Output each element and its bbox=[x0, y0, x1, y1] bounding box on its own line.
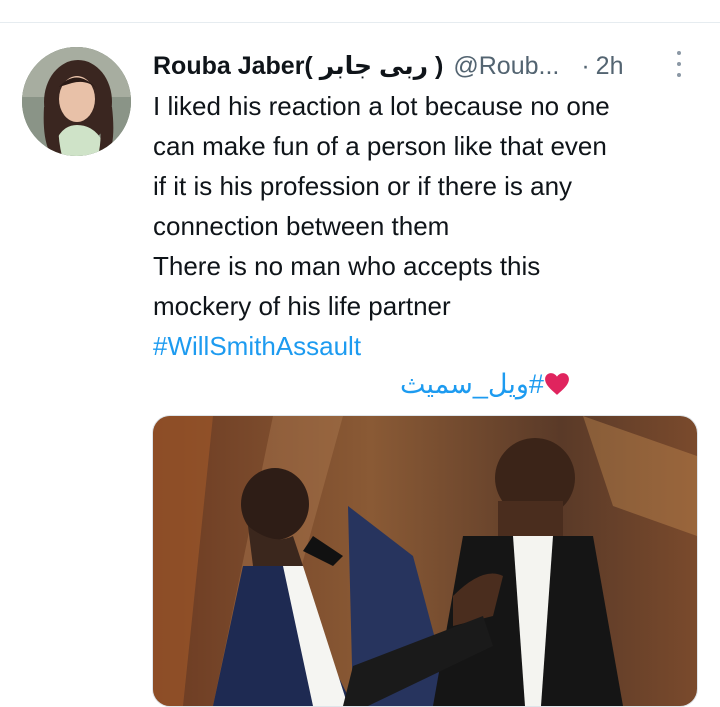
more-vertical-icon[interactable] bbox=[674, 51, 684, 77]
red-heart-icon bbox=[545, 373, 569, 395]
arabic-hashtag-link[interactable]: #ويل_سميث bbox=[400, 369, 544, 400]
tweet-text-line: connection between them bbox=[153, 211, 450, 241]
tweet-text-line: can make fun of a person like that even bbox=[153, 131, 607, 161]
tweet-media-image[interactable] bbox=[152, 415, 698, 707]
arabic-hashtag-line: #ويل_سميث bbox=[400, 362, 692, 406]
hashtag-link[interactable]: #WillSmithAssault bbox=[153, 326, 703, 366]
tweet-text-line: I liked his reaction a lot because no on… bbox=[153, 91, 610, 121]
media-photo bbox=[153, 416, 697, 706]
tweet-header: Rouba Jaber( ربى جابر ) @Roub... · 2h bbox=[153, 50, 693, 82]
author-name[interactable]: Rouba Jaber( ربى جابر ) bbox=[153, 51, 443, 81]
tweet-text-line: if it is his profession or if there is a… bbox=[153, 171, 573, 201]
separator-dot: · bbox=[581, 51, 590, 80]
avatar-image bbox=[22, 47, 131, 156]
author-handle[interactable]: @Roub... bbox=[453, 52, 559, 81]
tweet-body: I liked his reaction a lot because no on… bbox=[153, 86, 703, 366]
top-divider bbox=[0, 22, 720, 23]
avatar[interactable] bbox=[22, 47, 131, 156]
tweet-text-line: There is no man who accepts this bbox=[153, 251, 541, 281]
tweet-timestamp[interactable]: 2h bbox=[596, 52, 624, 81]
tweet-text-line: mockery of his life partner bbox=[153, 291, 451, 321]
